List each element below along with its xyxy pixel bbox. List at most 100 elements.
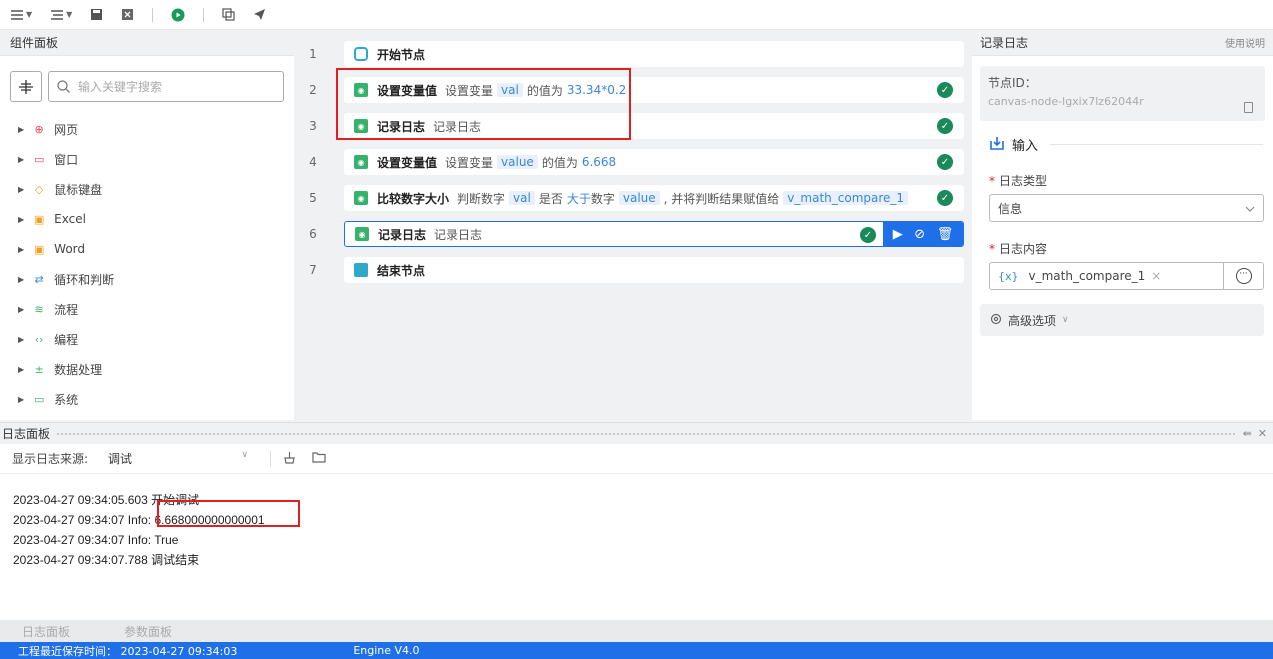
copy-id-icon[interactable] — [1244, 102, 1253, 113]
flow-node[interactable]: 开始节点 — [344, 41, 964, 67]
line-number: 5 — [309, 191, 317, 205]
flow-node-row: 7 结束节点 — [294, 252, 972, 288]
drag-handle[interactable] — [56, 431, 1235, 436]
tab-log-panel[interactable]: 日志面板 — [22, 623, 70, 640]
more-options-icon: ··· — [1235, 268, 1252, 284]
search-row — [0, 56, 294, 102]
save-icon[interactable] — [90, 0, 103, 30]
tree-item[interactable]: ▶ ‹› 编程 — [0, 324, 294, 354]
copy-icon[interactable] — [222, 0, 235, 30]
search-box[interactable] — [48, 71, 284, 102]
node-title: 记录日志 — [378, 227, 427, 242]
tree-item[interactable]: ▶ ≋ 流程 — [0, 294, 294, 324]
expand-arrow-icon[interactable]: ▶ — [18, 305, 24, 314]
minimize-icon[interactable]: ⇚ — [1243, 427, 1252, 440]
tree-item[interactable]: ▶ ◇ 鼠标键盘 — [0, 174, 294, 204]
search-input[interactable] — [78, 79, 258, 94]
tree-item[interactable]: ▶ ▭ 系统 — [0, 384, 294, 414]
node-id-value: canvas-node-lgxix7lz62044r — [988, 95, 1144, 108]
log-source-select[interactable]: 调试 ∨ — [108, 450, 258, 467]
close-box-icon[interactable] — [121, 0, 134, 30]
node-title: 比较数字大小 — [377, 191, 450, 206]
expand-arrow-icon[interactable]: ▶ — [18, 335, 24, 344]
node-title: 结束节点 — [377, 263, 426, 278]
gear-icon — [990, 313, 1002, 328]
log-panel-header: 日志面板 ⇚ ✕ — [0, 422, 1273, 444]
input-section-label: 输入 — [1012, 139, 1039, 154]
tree-item[interactable]: ▶ ▭ 窗口 — [0, 144, 294, 174]
advanced-options[interactable]: 高级选项 ∨ — [980, 304, 1264, 336]
node-desc: , 并将判断结果赋值给 — [663, 191, 780, 206]
log-source-label: 显示日志来源: — [12, 452, 89, 466]
run-icon[interactable] — [171, 0, 185, 30]
log-toolbar: 显示日志来源: 调试 ∨ — [0, 444, 1273, 474]
tree-item-label: 鼠标键盘 — [54, 182, 103, 197]
remove-variable-icon[interactable]: × — [1151, 269, 1161, 283]
properties-panel: 记录日志 使用说明 节点ID： canvas-node-lgxix7lz6204… — [972, 30, 1273, 420]
word-icon: ▣ — [33, 242, 45, 256]
success-check-icon: ✓ — [937, 190, 953, 206]
advanced-options-label: 高级选项 — [1008, 313, 1057, 328]
tree-item[interactable]: ▶ ⇄ 循环和判断 — [0, 264, 294, 294]
tree-item-label: 窗口 — [54, 152, 79, 167]
layers-b-icon[interactable]: ▼ — [50, 0, 72, 30]
node-id-box: 节点ID： canvas-node-lgxix7lz62044r — [980, 66, 1265, 121]
expand-arrow-icon[interactable]: ▶ — [18, 155, 24, 164]
status-bar: 工程最近保存时间： 2023-04-27 09:34:03 Engine V4.… — [0, 642, 1273, 659]
flow-node[interactable]: 结束节点 — [344, 257, 964, 283]
node-value: 大于 — [566, 191, 591, 206]
variable-tag: value — [618, 191, 660, 205]
expand-arrow-icon[interactable]: ▶ — [18, 365, 24, 374]
flow-node-row: 5 ◉ 比较数字大小 判断数字 val 是否 大于 数字 value, 并将判断结果赋值给 v_m… — [294, 180, 972, 216]
tree-item[interactable]: ▶ ▣ Excel — [0, 204, 294, 234]
tree-item-label: Word — [54, 242, 85, 256]
clear-log-icon[interactable] — [283, 451, 296, 467]
line-number: 3 — [309, 119, 317, 133]
flow-node-row: 6 ◉ 记录日志 记录日志 ✓ ▶ ⊘ 🗑 — [294, 216, 972, 252]
toolbar-separator — [152, 7, 154, 22]
top-toolbar: ▼ ▼ — [0, 0, 1273, 30]
help-link[interactable]: 使用说明 — [1225, 35, 1265, 50]
highlight-box — [336, 68, 631, 140]
flow-node[interactable]: ◉ 比较数字大小 判断数字 val 是否 大于 数字 value, 并将判断结果赋值给 v_ma… — [344, 185, 964, 211]
log-highlight-box — [157, 500, 300, 527]
node-title: 开始节点 — [377, 47, 426, 62]
run-node-icon[interactable]: ▶ — [893, 227, 903, 242]
expand-collapse-icon[interactable] — [10, 71, 42, 102]
expand-arrow-icon[interactable]: ▶ — [18, 245, 24, 254]
expand-arrow-icon[interactable]: ▶ — [18, 215, 24, 224]
node-title: 设置变量值 — [377, 155, 438, 170]
layers-a-icon[interactable]: ▼ — [10, 0, 32, 30]
node-desc: 判断数字 — [457, 191, 506, 206]
variable-picker-button[interactable]: ··· — [1224, 262, 1264, 290]
tree-item[interactable]: ▶ ▣ Word — [0, 234, 294, 264]
expand-arrow-icon[interactable]: ▶ — [18, 275, 24, 284]
log-content-field[interactable]: {x} v_math_compare_1 × — [989, 262, 1224, 290]
log-type-select[interactable]: 信息 — [989, 194, 1264, 222]
close-icon[interactable]: ✕ — [1258, 427, 1267, 440]
flow-node[interactable]: ◉ 设置变量值 设置变量 value 的值为 6.668 ✓ — [344, 149, 964, 175]
component-tree: ▶ ⊕ 网页 ▶ ▭ 窗口 ▶ ◇ 鼠标键盘 ▶ ▣ Excel ▶ ▣ Word ▶ ⇄ 循环和判断 ▶ ≋ 流程 ▶ ‹… — [0, 114, 294, 414]
delete-icon[interactable]: 🗑 — [937, 227, 954, 242]
expand-arrow-icon[interactable]: ▶ — [18, 395, 24, 404]
tree-item[interactable]: ▶ ± 数据处理 — [0, 354, 294, 384]
log-source-value: 调试 — [108, 452, 133, 466]
data-icon: ± — [34, 362, 44, 376]
bottom-tabs: 日志面板 参数面板 — [0, 620, 1273, 642]
node-desc: 记录日志 — [434, 227, 483, 242]
node-type-icon: ◉ — [354, 155, 368, 169]
success-check-icon: ✓ — [937, 118, 953, 134]
expand-arrow-icon[interactable]: ▶ — [18, 125, 24, 134]
mouse-icon: ◇ — [34, 182, 44, 196]
tree-item-label: 编程 — [54, 332, 79, 347]
disable-node-icon[interactable]: ⊘ — [914, 227, 925, 242]
line-number: 7 — [309, 263, 317, 277]
flow-node[interactable]: ◉ 记录日志 记录日志 ✓ ▶ ⊘ 🗑 — [344, 221, 964, 247]
open-folder-icon[interactable] — [312, 451, 326, 466]
tab-param-panel[interactable]: 参数面板 — [124, 623, 172, 640]
tree-item[interactable]: ▶ ⊕ 网页 — [0, 114, 294, 144]
node-type-icon: ◉ — [355, 227, 369, 241]
expand-arrow-icon[interactable]: ▶ — [18, 185, 24, 194]
excel-icon: ▣ — [33, 212, 45, 226]
send-icon[interactable] — [253, 0, 266, 30]
